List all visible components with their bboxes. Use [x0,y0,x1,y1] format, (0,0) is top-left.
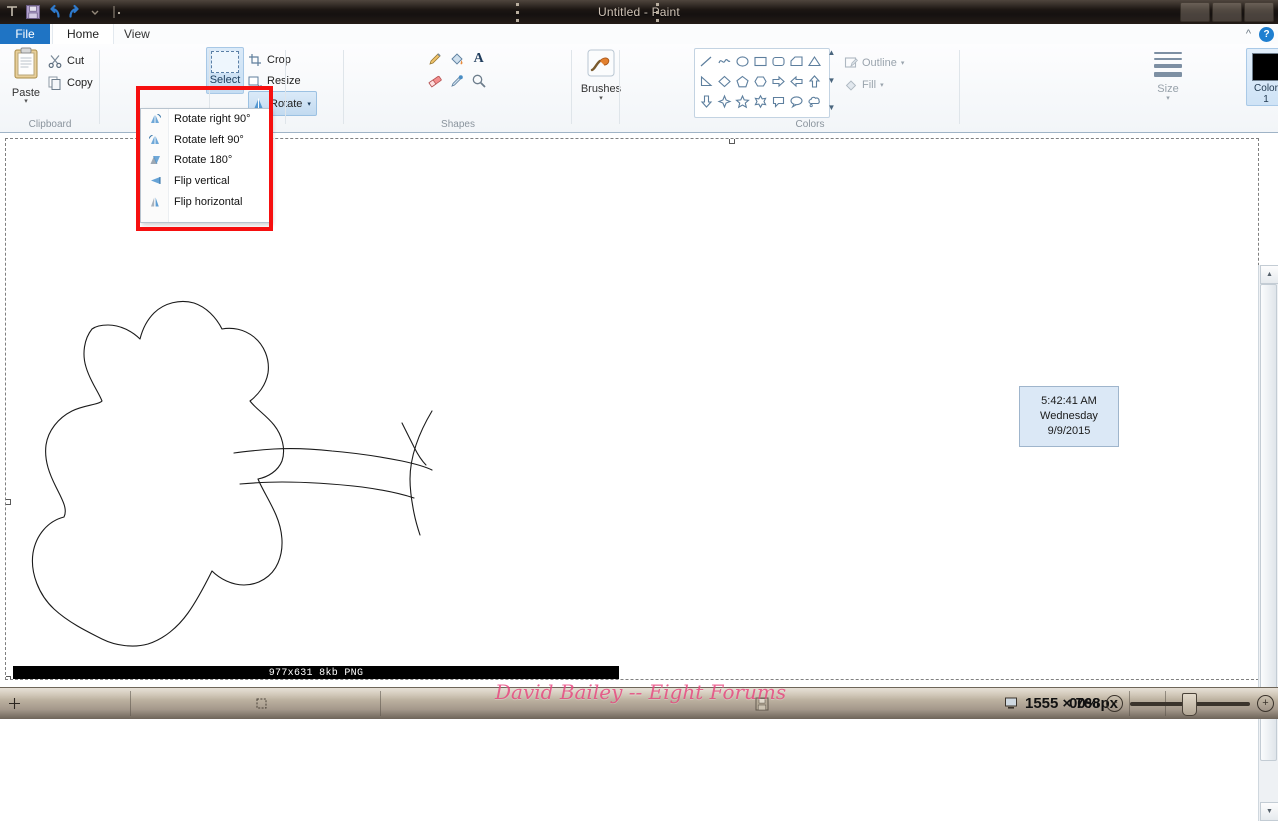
menu-item-flip-vertical[interactable]: Flip vertical [141,171,270,192]
rotate-left-icon [141,130,168,150]
title-selection-marks-left [516,0,520,24]
image-info-text: 977x631 8kb PNG [268,667,364,679]
title-selection-marks-right [656,0,660,24]
color1-label-line2: 1 [1263,94,1269,105]
flip-vertical-icon [141,171,168,191]
size-line-4-icon [1154,71,1182,77]
status-separator-1 [130,691,131,716]
menu-item-flip-horizontal[interactable]: Flip horizontal [141,191,270,212]
window-controls[interactable] [1180,0,1274,24]
clipboard-group-label: Clipboard [28,119,72,130]
ribbon-group-clipboard: Paste ▾ Cut Copy Clipboard [0,44,100,132]
size-dropdown-arrow-icon[interactable]: ▾ [1150,95,1186,102]
flip-horizontal-icon [141,192,168,212]
tab-view[interactable]: View [110,24,164,44]
paste-dropdown-arrow-icon[interactable]: ▾ [6,98,46,105]
size-button[interactable]: Size ▾ [1150,52,1186,102]
scroll-up-arrow-icon[interactable]: ▲ [1260,265,1278,284]
menu-item-rotate-180[interactable]: Rotate 180° [141,150,270,171]
size-label: Size [1157,82,1179,95]
size-line-3-icon [1154,64,1182,68]
zoom-percent-label: 00% [1068,695,1099,712]
menu-item-rotate-right-90[interactable]: Rotate right 90° [141,109,270,130]
ribbon-group-size: Size ▾ [572,44,1182,132]
ribbon-tab-bar: File Home View ^ ? [0,24,1278,45]
zoom-slider-thumb[interactable] [1182,692,1197,716]
menu-item-label: Flip horizontal [174,195,243,208]
status-bar: 1555 × 768px 00% − + [0,687,1278,719]
zoom-in-button[interactable]: + [1257,695,1274,712]
clock-time: 5:42:41 AM [1041,395,1097,407]
color1-button[interactable]: Color 1 [1246,48,1278,106]
zoom-out-button[interactable]: − [1106,695,1123,712]
window-title: Untitled - Paint [598,5,680,19]
shapes-group-label: Shapes [441,119,475,130]
colors-group-label: Colors [795,119,825,130]
copy-button[interactable]: Copy [48,72,93,94]
canvas-resize-handle-top[interactable] [729,139,735,144]
paste-button[interactable]: Paste ▾ [6,47,46,105]
menu-item-label: Rotate 180° [174,154,233,167]
menu-item-label: Rotate right 90° [174,113,251,126]
status-save-icon [755,697,769,711]
size-line-1-icon [1154,52,1182,54]
rotate-180-icon [141,150,168,170]
help-icon[interactable]: ? [1259,26,1274,42]
status-separator-2 [380,691,381,716]
clock-widget: 5:42:41 AM Wednesday 9/9/2015 [1019,386,1119,447]
image-dimensions-icon [1005,697,1017,709]
zoom-controls[interactable]: 00% − + [1069,688,1274,719]
ribbon-group-brushes: Brushes ▾ [286,44,621,132]
cursor-position-cell [8,688,26,719]
tab-home[interactable]: Home [52,24,115,44]
scissors-icon [48,55,62,68]
title-bar: Untitled - Paint [0,0,1278,24]
copy-label: Copy [67,77,93,89]
vertical-scrollbar[interactable]: ▲ ▼ [1258,265,1278,821]
clipboard-secondary-buttons: Cut Copy [48,50,93,94]
minimize-button[interactable] [1180,2,1210,22]
canvas-resize-handle-bottom-left[interactable] [6,676,11,679]
canvas-resize-handle-left[interactable] [6,499,11,505]
image-info-bar: 977x631 8kb PNG [13,666,619,679]
group-divider [959,50,960,124]
zoom-slider-track[interactable] [1130,692,1250,716]
color1-label-line1: Color [1254,83,1278,94]
maximize-button[interactable] [1212,2,1242,22]
ribbon-group-shapes: ▲ ▼ ▼ Outline ▾ Fill ▾ Shapes [344,44,904,132]
ribbon-tab-right-controls[interactable]: ^ ? [1246,24,1274,44]
collapse-ribbon-icon[interactable]: ^ [1246,28,1251,40]
rotate-dropdown-menu[interactable]: Rotate right 90° Rotate left 90° Rotate … [140,108,271,223]
close-button[interactable] [1244,2,1274,22]
color1-swatch [1252,53,1278,81]
copy-icon [48,76,61,90]
cut-button[interactable]: Cut [48,50,93,72]
cut-label: Cut [67,55,85,67]
selection-size-cell [255,688,273,719]
scroll-down-arrow-icon[interactable]: ▼ [1260,802,1278,821]
paste-icon [14,47,38,79]
menu-item-label: Rotate left 90° [174,133,244,146]
selection-size-icon [256,698,267,709]
cursor-position-icon [9,698,20,709]
menu-item-label: Flip vertical [174,175,230,188]
size-line-2-icon [1154,57,1182,60]
menu-item-rotate-left-90[interactable]: Rotate left 90° [141,130,270,151]
ribbon-group-colors: Color 1 Color 2 Edit colors Colors [620,44,1278,132]
clock-date: 9/9/2015 [1047,425,1091,437]
rotate-right-icon [141,109,168,129]
clock-day: Wednesday [1040,410,1098,422]
tab-file[interactable]: File [0,24,50,44]
